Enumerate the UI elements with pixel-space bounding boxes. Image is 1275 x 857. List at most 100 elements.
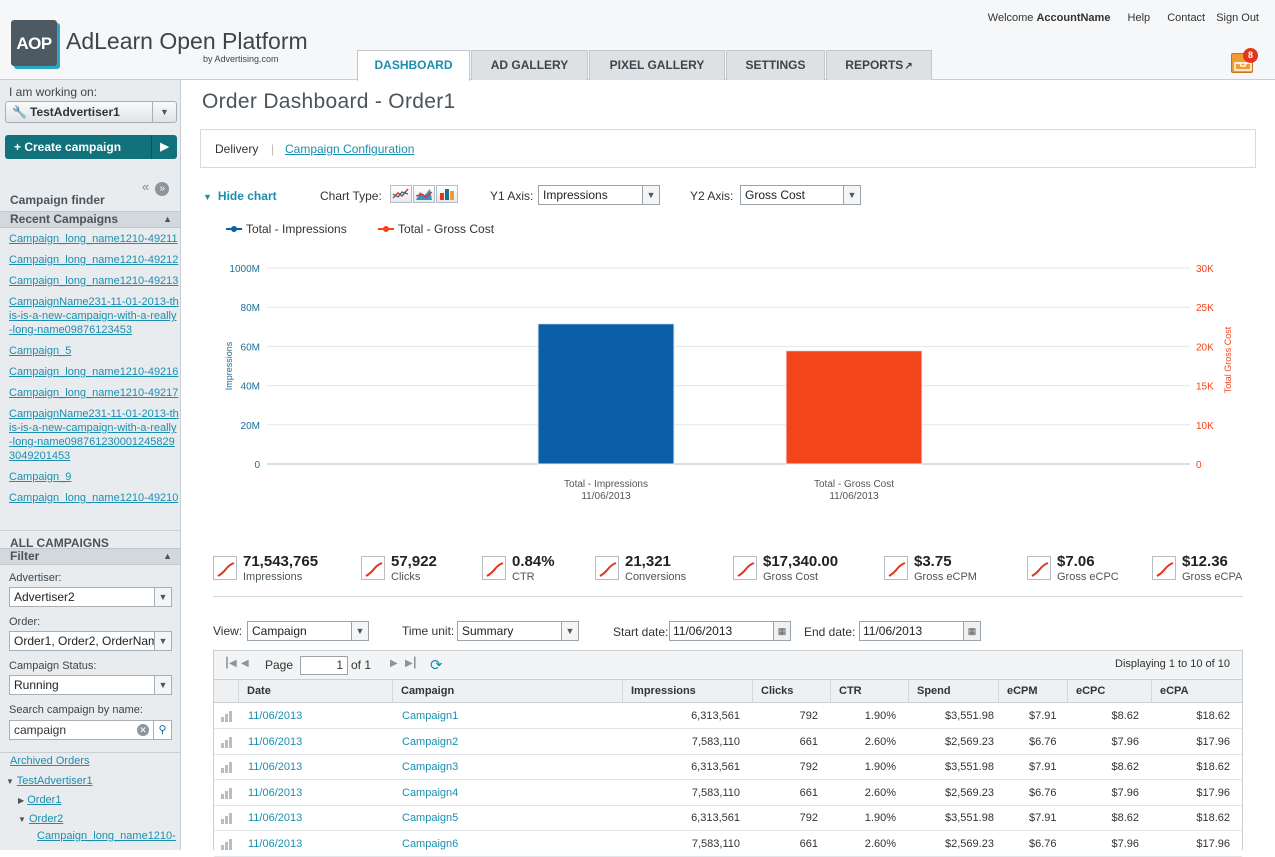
create-campaign-button[interactable]: + Create campaign ▶ — [5, 135, 177, 159]
end-date-input[interactable]: 11/06/2013 ▦ — [859, 621, 981, 641]
archived-orders-link[interactable]: Archived Orders — [10, 755, 89, 767]
metric-toggle-checkbox[interactable] — [1027, 556, 1051, 580]
tab-dashboard[interactable]: DASHBOARD — [357, 50, 470, 81]
table-row[interactable]: 11/06/2013 Campaign4 7,583,110 661 2.60% $2,5… — [214, 780, 1242, 806]
cell-date[interactable]: 11/06/2013 — [248, 832, 302, 857]
contact-link[interactable]: Contact — [1167, 12, 1205, 24]
advertiser-filter-select[interactable]: Advertiser2 ▼ — [9, 587, 172, 607]
table-row[interactable]: 11/06/2013 Campaign5 6,313,561 792 1.90% $3,5… — [214, 806, 1242, 831]
start-date-input[interactable]: 11/06/2013 ▦ — [669, 621, 791, 641]
metric-toggle-checkbox[interactable] — [1152, 556, 1176, 580]
subtab-campaign-configuration[interactable]: Campaign Configuration — [285, 142, 414, 156]
recent-campaign-link[interactable]: Campaign_long_name1210-49216 — [9, 365, 179, 379]
row-chart-icon[interactable] — [220, 813, 234, 824]
cell-campaign[interactable]: Campaign3 — [402, 755, 458, 780]
column-header-ecpa[interactable]: eCPA — [1151, 680, 1242, 703]
cell-date[interactable]: 11/06/2013 — [248, 730, 302, 755]
create-campaign-menu-arrow[interactable]: ▶ — [151, 135, 177, 159]
advertiser-switcher[interactable]: 🔧 TestAdvertiser1 ▼ — [5, 101, 177, 123]
row-chart-icon[interactable] — [220, 736, 234, 748]
sign-out-link[interactable]: Sign Out — [1216, 12, 1259, 24]
metric-toggle-checkbox[interactable] — [361, 556, 385, 580]
row-chart-icon[interactable] — [220, 762, 234, 773]
cell-campaign[interactable]: Campaign5 — [402, 806, 458, 831]
search-campaign-input[interactable]: campaign ✕ — [9, 720, 154, 740]
tree-order1-link[interactable]: Order1 — [27, 794, 61, 806]
cell-date[interactable]: 11/06/2013 — [248, 755, 302, 780]
recent-campaign-link[interactable]: Campaign_long_name1210-49210 — [9, 491, 179, 505]
table-row[interactable]: 11/06/2013 Campaign1 6,313,561 792 1.90% $3,5… — [214, 704, 1242, 729]
tab-ad-gallery[interactable]: AD GALLERY — [471, 50, 588, 80]
cell-campaign[interactable]: Campaign4 — [402, 781, 458, 806]
first-page-icon[interactable]: ┃◀ — [224, 658, 237, 669]
recent-campaign-link[interactable]: Campaign_long_name1210-49212 — [9, 253, 179, 267]
column-header-clicks[interactable]: Clicks — [752, 680, 830, 703]
legend-label-0[interactable]: Total - Impressions — [246, 222, 347, 236]
bar-total-impressions[interactable] — [537, 323, 675, 465]
column-header-spend[interactable]: Spend — [908, 680, 998, 703]
recent-campaign-link[interactable]: Campaign_long_name1210-49213 — [9, 274, 179, 288]
status-filter-select[interactable]: Running ▼ — [9, 675, 172, 695]
filter-header[interactable]: Filter ▲ — [0, 548, 180, 565]
tree-expand-icon[interactable]: ▼ — [6, 777, 14, 786]
row-chart-icon[interactable] — [220, 711, 234, 722]
table-row[interactable]: 11/06/2013 Campaign2 7,583,110 661 2.60% $2,5… — [214, 729, 1242, 755]
column-header-campaign[interactable]: Campaign — [392, 680, 622, 703]
recent-campaign-link[interactable]: CampaignName231-11-01-2013-this-is-a-new… — [9, 295, 179, 337]
column-header-ctr[interactable]: CTR — [830, 680, 908, 703]
recent-campaigns-header[interactable]: Recent Campaigns ▲ — [0, 211, 180, 228]
help-link[interactable]: Help — [1128, 12, 1151, 24]
recent-campaign-link[interactable]: CampaignName231-11-01-2013-this-is-a-new… — [9, 407, 179, 463]
cell-campaign[interactable]: Campaign2 — [402, 730, 458, 755]
metric-toggle-checkbox[interactable] — [733, 556, 757, 580]
calendar-icon[interactable]: ▦ — [773, 622, 790, 640]
tree-campaign-link[interactable]: Campaign_long_name1210- — [37, 830, 176, 842]
tree-collapsed-icon[interactable]: ▶ — [18, 796, 24, 805]
cell-campaign[interactable]: Campaign1 — [402, 704, 458, 729]
bar-chart-type-icon[interactable] — [436, 185, 458, 203]
subtab-delivery[interactable]: Delivery — [215, 142, 258, 156]
metric-toggle-checkbox[interactable] — [482, 556, 506, 580]
bar-total-gross-cost[interactable] — [785, 350, 923, 465]
view-select[interactable]: Campaign ▼ — [247, 621, 369, 641]
order-filter-select[interactable]: Order1, Order2, OrderNam ▼ — [9, 631, 172, 651]
recent-campaign-link[interactable]: Campaign_long_name1210-49217 — [9, 386, 179, 400]
column-header-ecpc[interactable]: eCPC — [1067, 680, 1151, 703]
cell-date[interactable]: 11/06/2013 — [248, 806, 302, 831]
recent-campaign-link[interactable]: Campaign_long_name1210-49211 — [9, 232, 179, 246]
area-chart-type-icon[interactable] — [413, 185, 435, 203]
column-header-impressions[interactable]: Impressions — [622, 680, 752, 703]
y1-axis-select[interactable]: Impressions ▼ — [538, 185, 660, 205]
metric-toggle-checkbox[interactable] — [884, 556, 908, 580]
table-row[interactable]: 11/06/2013 Campaign3 6,313,561 792 1.90% $3,5… — [214, 755, 1242, 780]
calendar-icon[interactable]: ▦ — [963, 622, 980, 640]
aop-logo[interactable]: AOP — [11, 20, 57, 66]
legend-label-1[interactable]: Total - Gross Cost — [398, 222, 495, 236]
refresh-icon[interactable]: ⟳ — [430, 656, 443, 674]
hide-chart-toggle[interactable]: ▼ Hide chart — [203, 189, 277, 203]
column-header-date[interactable]: Date — [238, 680, 392, 703]
prev-page-icon[interactable]: ◀ — [241, 658, 249, 669]
tree-expand-icon[interactable]: ▼ — [18, 815, 26, 824]
line-chart-type-icon[interactable] — [390, 185, 412, 203]
clear-icon[interactable]: ✕ — [137, 724, 149, 736]
last-page-icon[interactable]: ▶┃ — [405, 658, 418, 669]
y2-axis-select[interactable]: Gross Cost ▼ — [740, 185, 861, 205]
row-chart-icon[interactable] — [220, 787, 234, 799]
tree-advertiser-link[interactable]: TestAdvertiser1 — [17, 775, 93, 787]
column-header-ecpm[interactable]: eCPM — [998, 680, 1067, 703]
recent-campaign-link[interactable]: Campaign_9 — [9, 470, 179, 484]
cell-campaign[interactable]: Campaign6 — [402, 832, 458, 857]
time-unit-select[interactable]: Summary ▼ — [457, 621, 579, 641]
table-row[interactable]: 11/06/2013 Campaign6 7,583,110 661 2.60% $2,5… — [214, 831, 1242, 857]
cell-date[interactable]: 11/06/2013 — [248, 781, 302, 806]
tab-pixel-gallery[interactable]: PIXEL GALLERY — [589, 50, 725, 80]
next-page-icon[interactable]: ▶ — [390, 658, 398, 669]
metric-toggle-checkbox[interactable] — [213, 556, 237, 580]
search-icon[interactable]: ⚲ — [153, 720, 172, 740]
metric-toggle-checkbox[interactable] — [595, 556, 619, 580]
collapse-sidebar-icon[interactable]: « — [142, 179, 149, 194]
tree-order2-link[interactable]: Order2 — [29, 813, 63, 825]
cell-date[interactable]: 11/06/2013 — [248, 704, 302, 729]
tab-reports[interactable]: REPORTS↗ — [826, 50, 932, 80]
